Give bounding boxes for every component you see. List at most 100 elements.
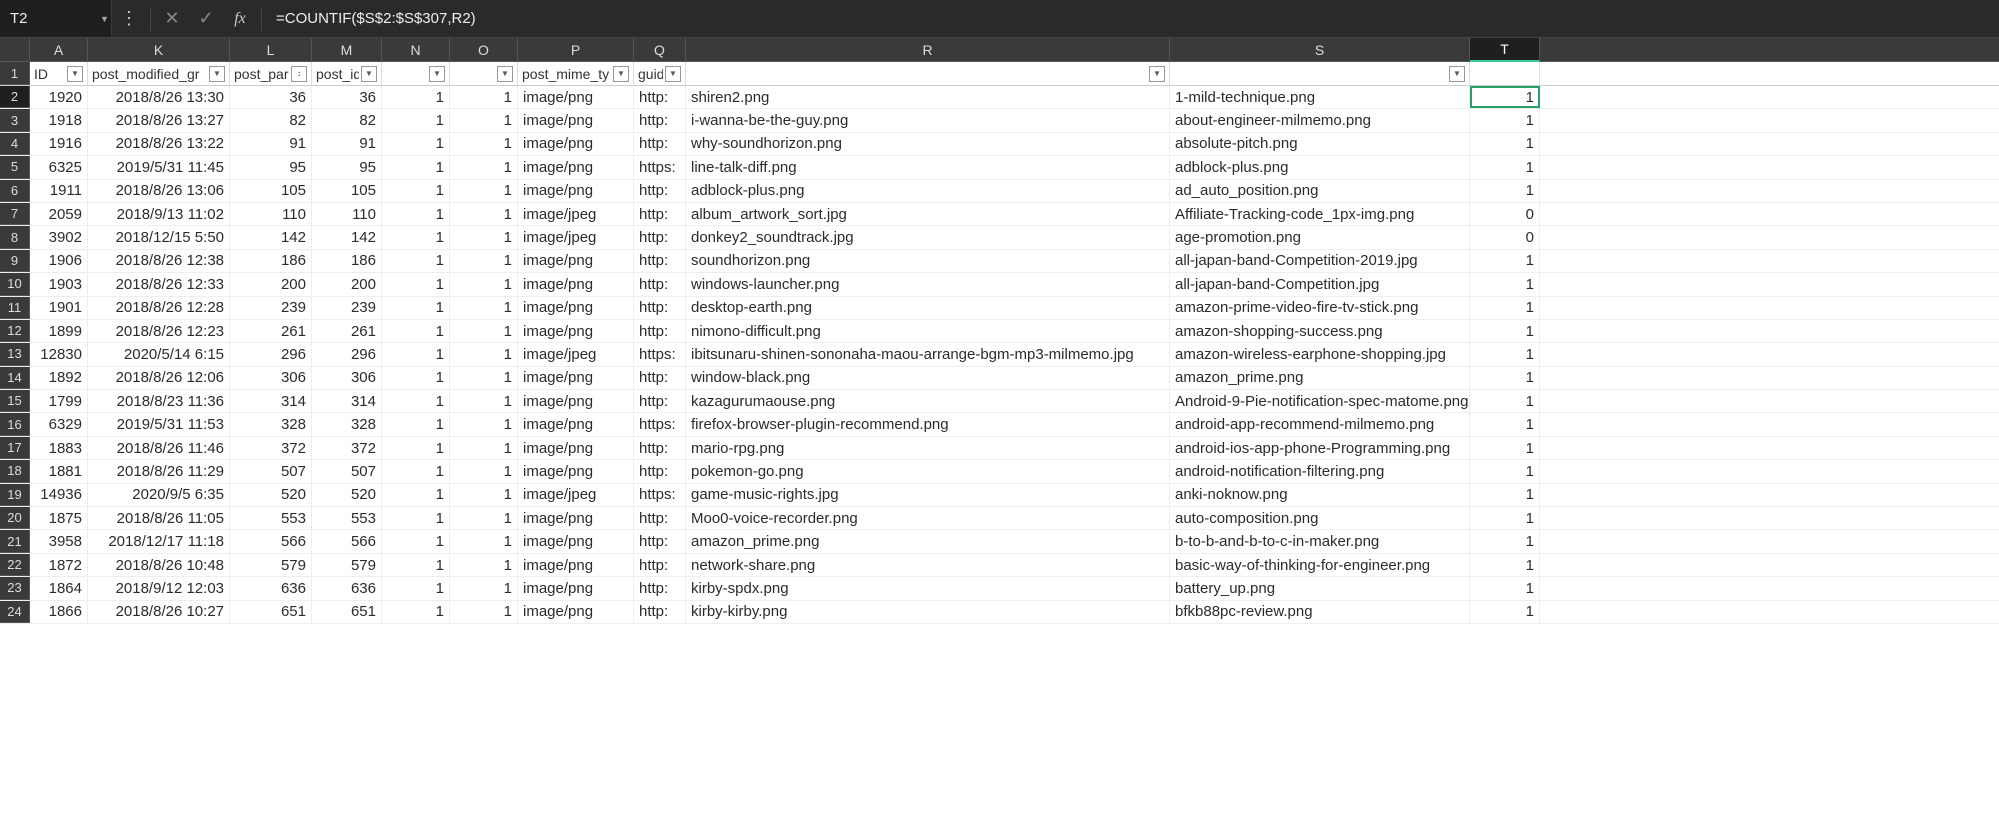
cell-L3[interactable]: 82 [230, 109, 312, 131]
cell-L16[interactable]: 328 [230, 413, 312, 435]
cell-S2[interactable]: 1-mild-technique.png [1170, 86, 1470, 108]
cell-O19[interactable]: 1 [450, 484, 518, 506]
cell-T9[interactable]: 1 [1470, 250, 1540, 272]
cell-K2[interactable]: 2018/8/26 13:30 [88, 86, 230, 108]
cell-S22[interactable]: basic-way-of-thinking-for-engineer.png [1170, 554, 1470, 576]
cell-P4[interactable]: image/png [518, 133, 634, 155]
cell-M19[interactable]: 520 [312, 484, 382, 506]
cell-Q17[interactable]: http: [634, 437, 686, 459]
cell-N5[interactable]: 1 [382, 156, 450, 178]
cell-P9[interactable]: image/png [518, 250, 634, 272]
cell-A17[interactable]: 1883 [30, 437, 88, 459]
row-header-4[interactable]: 4 [0, 133, 30, 155]
column-header-T[interactable]: T [1470, 38, 1540, 62]
cell-O23[interactable]: 1 [450, 577, 518, 599]
cell-Q19[interactable]: https: [634, 484, 686, 506]
cell-L7[interactable]: 110 [230, 203, 312, 225]
cell-O22[interactable]: 1 [450, 554, 518, 576]
cell-Q9[interactable]: http: [634, 250, 686, 272]
cell-N18[interactable]: 1 [382, 460, 450, 482]
row-header-17[interactable]: 17 [0, 437, 30, 459]
column-header-M[interactable]: M [312, 38, 382, 61]
cell-S23[interactable]: battery_up.png [1170, 577, 1470, 599]
row-header-16[interactable]: 16 [0, 413, 30, 435]
cell-A21[interactable]: 3958 [30, 530, 88, 552]
cell-T22[interactable]: 1 [1470, 554, 1540, 576]
cell-L14[interactable]: 306 [230, 367, 312, 389]
cell-N13[interactable]: 1 [382, 343, 450, 365]
cell-L6[interactable]: 105 [230, 180, 312, 202]
cell-K10[interactable]: 2018/8/26 12:33 [88, 273, 230, 295]
cell-A2[interactable]: 1920 [30, 86, 88, 108]
cell-S12[interactable]: amazon-shopping-success.png [1170, 320, 1470, 342]
cell-O4[interactable]: 1 [450, 133, 518, 155]
filter-dropdown-icon[interactable]: ▼ [361, 66, 377, 82]
cell-N22[interactable]: 1 [382, 554, 450, 576]
row-header-11[interactable]: 11 [0, 297, 30, 319]
cell-L13[interactable]: 296 [230, 343, 312, 365]
cell-K24[interactable]: 2018/8/26 10:27 [88, 601, 230, 623]
cell-Q13[interactable]: https: [634, 343, 686, 365]
cell-T24[interactable]: 1 [1470, 601, 1540, 623]
cell-A11[interactable]: 1901 [30, 297, 88, 319]
cell-Q10[interactable]: http: [634, 273, 686, 295]
cell-K22[interactable]: 2018/8/26 10:48 [88, 554, 230, 576]
cell-O7[interactable]: 1 [450, 203, 518, 225]
cell-L19[interactable]: 520 [230, 484, 312, 506]
column-header-L[interactable]: L [230, 38, 312, 61]
cell-Q7[interactable]: http: [634, 203, 686, 225]
cell-N23[interactable]: 1 [382, 577, 450, 599]
cell-P15[interactable]: image/png [518, 390, 634, 412]
cell-M4[interactable]: 91 [312, 133, 382, 155]
cell-Q20[interactable]: http: [634, 507, 686, 529]
cell-P23[interactable]: image/png [518, 577, 634, 599]
cell-R10[interactable]: windows-launcher.png [686, 273, 1170, 295]
cell-T23[interactable]: 1 [1470, 577, 1540, 599]
cell-N4[interactable]: 1 [382, 133, 450, 155]
cell-M2[interactable]: 36 [312, 86, 382, 108]
cell-P7[interactable]: image/jpeg [518, 203, 634, 225]
cell-N19[interactable]: 1 [382, 484, 450, 506]
cell-O10[interactable]: 1 [450, 273, 518, 295]
cell-P21[interactable]: image/png [518, 530, 634, 552]
cell-T11[interactable]: 1 [1470, 297, 1540, 319]
cell-R3[interactable]: i-wanna-be-the-guy.png [686, 109, 1170, 131]
cell-S3[interactable]: about-engineer-milmemo.png [1170, 109, 1470, 131]
cell-O24[interactable]: 1 [450, 601, 518, 623]
cell-M22[interactable]: 579 [312, 554, 382, 576]
row-header-7[interactable]: 7 [0, 203, 30, 225]
cell-L12[interactable]: 261 [230, 320, 312, 342]
column-header-S[interactable]: S [1170, 38, 1470, 61]
cell-A20[interactable]: 1875 [30, 507, 88, 529]
row-header-9[interactable]: 9 [0, 250, 30, 272]
cell-A7[interactable]: 2059 [30, 203, 88, 225]
row-header-12[interactable]: 12 [0, 320, 30, 342]
cell-A19[interactable]: 14936 [30, 484, 88, 506]
cell-M5[interactable]: 95 [312, 156, 382, 178]
cell-L5[interactable]: 95 [230, 156, 312, 178]
cell-T15[interactable]: 1 [1470, 390, 1540, 412]
cell-L22[interactable]: 579 [230, 554, 312, 576]
cell-P20[interactable]: image/png [518, 507, 634, 529]
cell-S14[interactable]: amazon_prime.png [1170, 367, 1470, 389]
cell-M3[interactable]: 82 [312, 109, 382, 131]
filter-dropdown-icon[interactable]: ▼ [613, 66, 629, 82]
cell-T6[interactable]: 1 [1470, 180, 1540, 202]
filter-dropdown-icon[interactable]: ▼ [497, 66, 513, 82]
cell-R22[interactable]: network-share.png [686, 554, 1170, 576]
cell-R20[interactable]: Moo0-voice-recorder.png [686, 507, 1170, 529]
cell-R23[interactable]: kirby-spdx.png [686, 577, 1170, 599]
column-header-K[interactable]: K [88, 38, 230, 61]
cell-T7[interactable]: 0 [1470, 203, 1540, 225]
cell-R21[interactable]: amazon_prime.png [686, 530, 1170, 552]
cell-L2[interactable]: 36 [230, 86, 312, 108]
filter-dropdown-icon[interactable]: ▼ [209, 66, 225, 82]
filter-dropdown-icon[interactable]: ▼ [1149, 66, 1165, 82]
cell-N3[interactable]: 1 [382, 109, 450, 131]
cell-R18[interactable]: pokemon-go.png [686, 460, 1170, 482]
cell-O3[interactable]: 1 [450, 109, 518, 131]
cell-S4[interactable]: absolute-pitch.png [1170, 133, 1470, 155]
cell-N10[interactable]: 1 [382, 273, 450, 295]
cell-A18[interactable]: 1881 [30, 460, 88, 482]
cell-P16[interactable]: image/png [518, 413, 634, 435]
